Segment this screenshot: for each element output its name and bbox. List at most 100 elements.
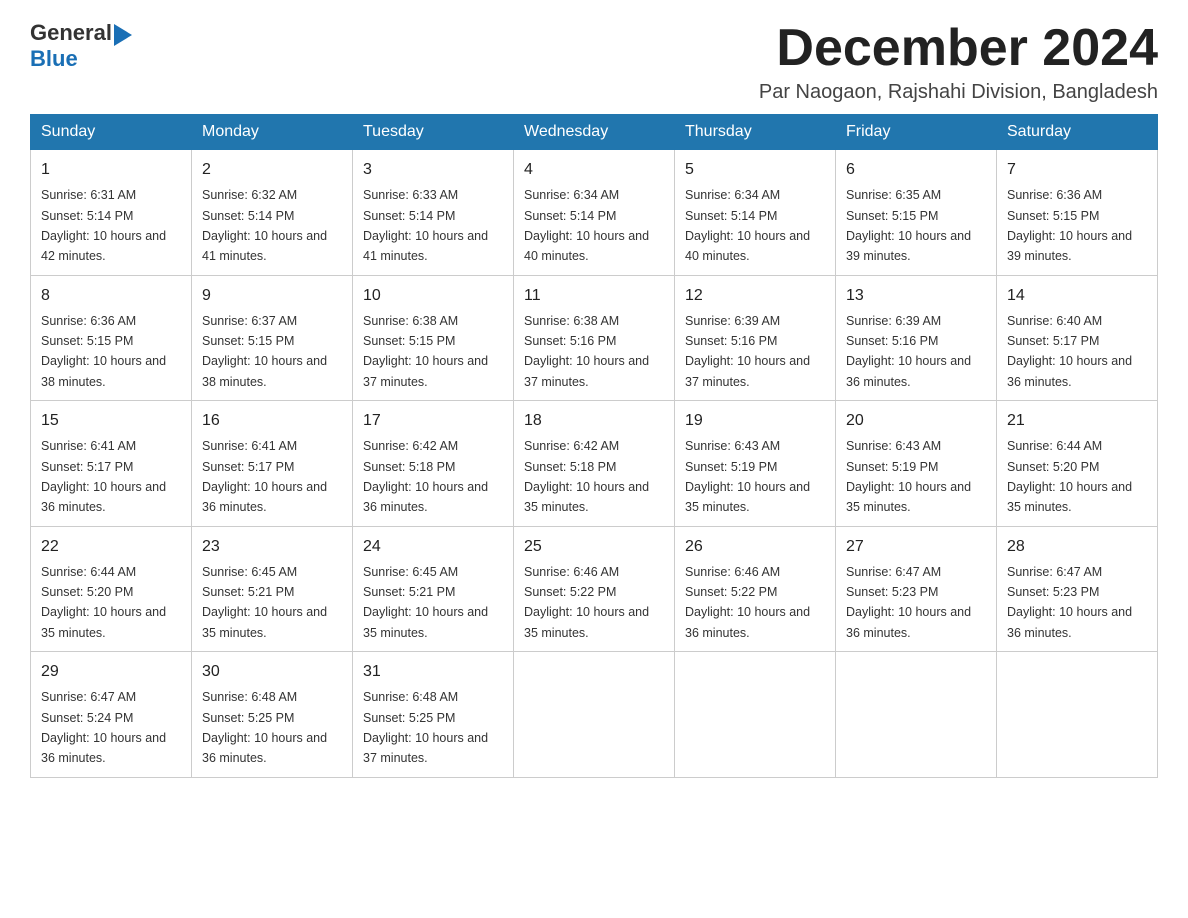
- calendar-cell: 31 Sunrise: 6:48 AMSunset: 5:25 PMDayligh…: [353, 652, 514, 778]
- day-number: 14: [1007, 284, 1147, 308]
- logo: General Blue: [30, 20, 132, 72]
- calendar-cell: 2 Sunrise: 6:32 AMSunset: 5:14 PMDaylight…: [192, 150, 353, 276]
- day-number: 21: [1007, 409, 1147, 433]
- calendar-header-thursday: Thursday: [675, 115, 836, 150]
- day-number: 27: [846, 535, 986, 559]
- day-info: Sunrise: 6:38 AMSunset: 5:15 PMDaylight:…: [363, 314, 488, 389]
- day-info: Sunrise: 6:40 AMSunset: 5:17 PMDaylight:…: [1007, 314, 1132, 389]
- location-text: Par Naogaon, Rajshahi Division, Banglade…: [759, 81, 1158, 104]
- day-info: Sunrise: 6:44 AMSunset: 5:20 PMDaylight:…: [41, 565, 166, 640]
- calendar-cell: 16 Sunrise: 6:41 AMSunset: 5:17 PMDayligh…: [192, 401, 353, 527]
- calendar-cell: 5 Sunrise: 6:34 AMSunset: 5:14 PMDaylight…: [675, 150, 836, 276]
- calendar-cell: 8Sunrise: 6:36 AMSunset: 5:15 PMDaylight…: [31, 275, 192, 401]
- calendar-header-row: SundayMondayTuesdayWednesdayThursdayFrid…: [31, 115, 1158, 150]
- day-info: Sunrise: 6:45 AMSunset: 5:21 PMDaylight:…: [202, 565, 327, 640]
- calendar-cell: 11 Sunrise: 6:38 AMSunset: 5:16 PMDayligh…: [514, 275, 675, 401]
- calendar-cell: 3 Sunrise: 6:33 AMSunset: 5:14 PMDaylight…: [353, 150, 514, 276]
- day-number: 31: [363, 660, 503, 684]
- month-title: December 2024: [759, 20, 1158, 77]
- day-info: Sunrise: 6:47 AMSunset: 5:23 PMDaylight:…: [1007, 565, 1132, 640]
- day-info: Sunrise: 6:32 AMSunset: 5:14 PMDaylight:…: [202, 188, 327, 263]
- calendar-header-monday: Monday: [192, 115, 353, 150]
- calendar-header-saturday: Saturday: [997, 115, 1158, 150]
- logo-general-text: General: [30, 20, 112, 46]
- calendar-cell: 20 Sunrise: 6:43 AMSunset: 5:19 PMDayligh…: [836, 401, 997, 527]
- day-number: 16: [202, 409, 342, 433]
- day-number: 18: [524, 409, 664, 433]
- calendar-header-sunday: Sunday: [31, 115, 192, 150]
- calendar-cell: 30 Sunrise: 6:48 AMSunset: 5:25 PMDayligh…: [192, 652, 353, 778]
- day-number: 23: [202, 535, 342, 559]
- calendar-header-tuesday: Tuesday: [353, 115, 514, 150]
- calendar-week-row: 1Sunrise: 6:31 AMSunset: 5:14 PMDaylight…: [31, 150, 1158, 276]
- day-number: 13: [846, 284, 986, 308]
- calendar-header-wednesday: Wednesday: [514, 115, 675, 150]
- calendar-cell: [675, 652, 836, 778]
- calendar-cell: 25 Sunrise: 6:46 AMSunset: 5:22 PMDayligh…: [514, 526, 675, 652]
- calendar-week-row: 22 Sunrise: 6:44 AMSunset: 5:20 PMDayligh…: [31, 526, 1158, 652]
- day-number: 29: [41, 660, 181, 684]
- day-info: Sunrise: 6:35 AMSunset: 5:15 PMDaylight:…: [846, 188, 971, 263]
- day-info: Sunrise: 6:36 AMSunset: 5:15 PMDaylight:…: [41, 314, 166, 389]
- day-number: 19: [685, 409, 825, 433]
- day-number: 22: [41, 535, 181, 559]
- day-info: Sunrise: 6:43 AMSunset: 5:19 PMDaylight:…: [685, 439, 810, 514]
- calendar-cell: 22 Sunrise: 6:44 AMSunset: 5:20 PMDayligh…: [31, 526, 192, 652]
- calendar-week-row: 29 Sunrise: 6:47 AMSunset: 5:24 PMDayligh…: [31, 652, 1158, 778]
- calendar-cell: 14 Sunrise: 6:40 AMSunset: 5:17 PMDayligh…: [997, 275, 1158, 401]
- day-number: 24: [363, 535, 503, 559]
- calendar-cell: 23 Sunrise: 6:45 AMSunset: 5:21 PMDayligh…: [192, 526, 353, 652]
- calendar-week-row: 15 Sunrise: 6:41 AMSunset: 5:17 PMDayligh…: [31, 401, 1158, 527]
- day-info: Sunrise: 6:44 AMSunset: 5:20 PMDaylight:…: [1007, 439, 1132, 514]
- day-info: Sunrise: 6:48 AMSunset: 5:25 PMDaylight:…: [363, 690, 488, 765]
- day-info: Sunrise: 6:43 AMSunset: 5:19 PMDaylight:…: [846, 439, 971, 514]
- day-number: 3: [363, 158, 503, 182]
- calendar-cell: 17Sunrise: 6:42 AMSunset: 5:18 PMDayligh…: [353, 401, 514, 527]
- day-number: 6: [846, 158, 986, 182]
- day-number: 15: [41, 409, 181, 433]
- calendar-table: SundayMondayTuesdayWednesdayThursdayFrid…: [30, 114, 1158, 778]
- day-info: Sunrise: 6:42 AMSunset: 5:18 PMDaylight:…: [524, 439, 649, 514]
- day-info: Sunrise: 6:46 AMSunset: 5:22 PMDaylight:…: [524, 565, 649, 640]
- calendar-cell: 29 Sunrise: 6:47 AMSunset: 5:24 PMDayligh…: [31, 652, 192, 778]
- calendar-cell: 6 Sunrise: 6:35 AMSunset: 5:15 PMDaylight…: [836, 150, 997, 276]
- calendar-cell: 26Sunrise: 6:46 AMSunset: 5:22 PMDayligh…: [675, 526, 836, 652]
- title-section: December 2024 Par Naogaon, Rajshahi Divi…: [759, 20, 1158, 104]
- day-number: 7: [1007, 158, 1147, 182]
- calendar-cell: [514, 652, 675, 778]
- day-info: Sunrise: 6:41 AMSunset: 5:17 PMDaylight:…: [41, 439, 166, 514]
- calendar-cell: 21 Sunrise: 6:44 AMSunset: 5:20 PMDayligh…: [997, 401, 1158, 527]
- calendar-cell: 1Sunrise: 6:31 AMSunset: 5:14 PMDaylight…: [31, 150, 192, 276]
- day-number: 1: [41, 158, 181, 182]
- day-info: Sunrise: 6:37 AMSunset: 5:15 PMDaylight:…: [202, 314, 327, 389]
- day-number: 25: [524, 535, 664, 559]
- day-info: Sunrise: 6:47 AMSunset: 5:24 PMDaylight:…: [41, 690, 166, 765]
- day-info: Sunrise: 6:36 AMSunset: 5:15 PMDaylight:…: [1007, 188, 1132, 263]
- day-number: 2: [202, 158, 342, 182]
- day-number: 11: [524, 284, 664, 308]
- day-number: 30: [202, 660, 342, 684]
- day-info: Sunrise: 6:39 AMSunset: 5:16 PMDaylight:…: [846, 314, 971, 389]
- day-number: 28: [1007, 535, 1147, 559]
- day-info: Sunrise: 6:41 AMSunset: 5:17 PMDaylight:…: [202, 439, 327, 514]
- day-info: Sunrise: 6:48 AMSunset: 5:25 PMDaylight:…: [202, 690, 327, 765]
- day-number: 12: [685, 284, 825, 308]
- day-number: 20: [846, 409, 986, 433]
- day-info: Sunrise: 6:38 AMSunset: 5:16 PMDaylight:…: [524, 314, 649, 389]
- day-number: 9: [202, 284, 342, 308]
- day-number: 17: [363, 409, 503, 433]
- day-info: Sunrise: 6:47 AMSunset: 5:23 PMDaylight:…: [846, 565, 971, 640]
- day-info: Sunrise: 6:34 AMSunset: 5:14 PMDaylight:…: [685, 188, 810, 263]
- logo-arrow-icon: [114, 24, 132, 46]
- calendar-cell: 9 Sunrise: 6:37 AMSunset: 5:15 PMDaylight…: [192, 275, 353, 401]
- calendar-cell: 12Sunrise: 6:39 AMSunset: 5:16 PMDayligh…: [675, 275, 836, 401]
- calendar-cell: 13 Sunrise: 6:39 AMSunset: 5:16 PMDayligh…: [836, 275, 997, 401]
- day-number: 10: [363, 284, 503, 308]
- calendar-cell: 27 Sunrise: 6:47 AMSunset: 5:23 PMDayligh…: [836, 526, 997, 652]
- calendar-cell: 18 Sunrise: 6:42 AMSunset: 5:18 PMDayligh…: [514, 401, 675, 527]
- day-number: 5: [685, 158, 825, 182]
- calendar-cell: 10 Sunrise: 6:38 AMSunset: 5:15 PMDayligh…: [353, 275, 514, 401]
- day-info: Sunrise: 6:34 AMSunset: 5:14 PMDaylight:…: [524, 188, 649, 263]
- logo-blue-text: Blue: [30, 46, 78, 72]
- day-info: Sunrise: 6:33 AMSunset: 5:14 PMDaylight:…: [363, 188, 488, 263]
